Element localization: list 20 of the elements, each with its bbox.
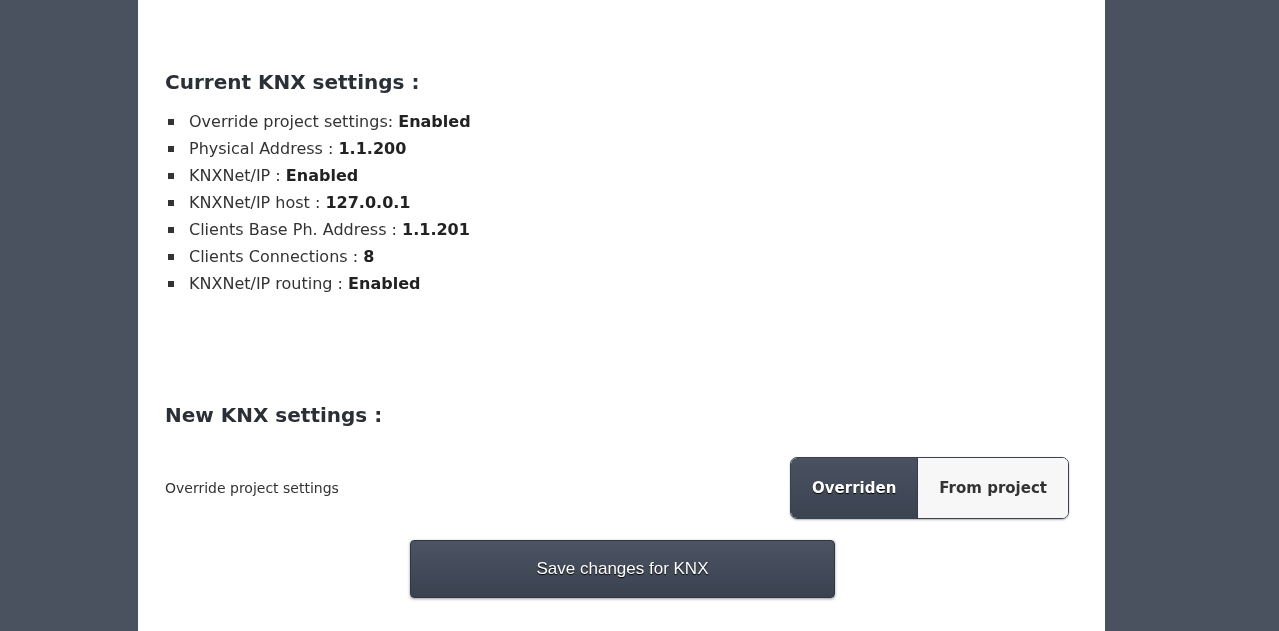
bullet-icon bbox=[168, 172, 174, 179]
toggle-option[interactable]: Overriden bbox=[791, 458, 918, 518]
bullet-icon bbox=[168, 199, 174, 206]
bullet-icon bbox=[168, 280, 174, 287]
section-heading: New KNX settings : bbox=[165, 403, 384, 427]
setting-text: KNXNet/IP : Enabled bbox=[189, 166, 359, 185]
setting-text: Clients Connections : 8 bbox=[189, 247, 375, 266]
setting-text: Clients Base Ph. Address : 1.1.201 bbox=[189, 220, 470, 239]
bullet-icon bbox=[168, 253, 174, 260]
toggle-option[interactable]: From project bbox=[917, 458, 1068, 518]
section-heading: Current KNX settings : bbox=[165, 70, 421, 94]
bullet-icon bbox=[168, 226, 174, 233]
setting-text: KNXNet/IP host : 127.0.0.1 bbox=[189, 193, 411, 212]
setting-text: Override project settings: Enabled bbox=[189, 112, 471, 131]
save-button[interactable]: Save changes for KNX bbox=[410, 540, 835, 598]
bullet-icon bbox=[168, 118, 174, 125]
bullet-icon bbox=[168, 145, 174, 152]
setting-text: Physical Address : 1.1.200 bbox=[189, 139, 407, 158]
field-label: Override project settings bbox=[165, 480, 339, 496]
setting-text: KNXNet/IP routing : Enabled bbox=[189, 274, 421, 293]
